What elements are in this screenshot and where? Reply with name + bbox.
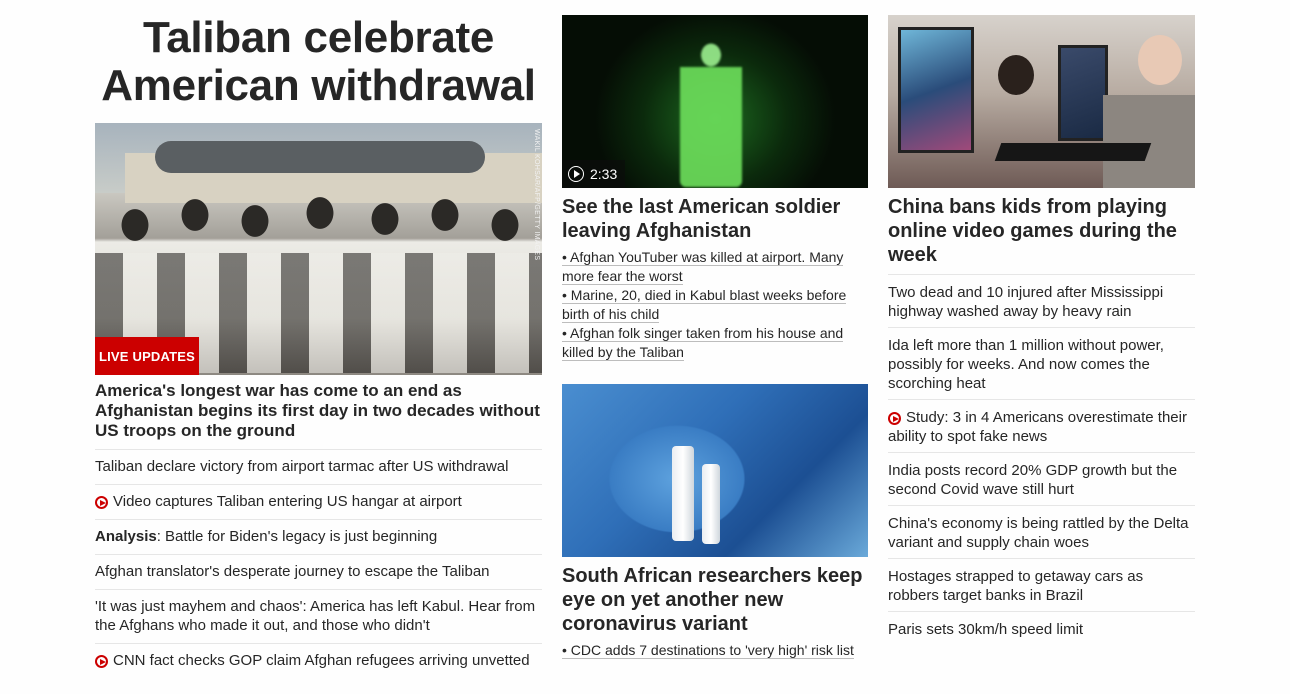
photo-credit: WAKIL KOHSAR/AFP/GETTY IMAGES [533,129,540,261]
video-duration-chip[interactable]: 2:33 [562,160,626,188]
list-item[interactable]: Study: 3 in 4 Americans overestimate the… [888,399,1195,452]
sub-link[interactable]: • CDC adds 7 destinations to 'very high'… [562,642,854,659]
video-play-icon [888,412,901,425]
related-link[interactable]: : Battle for Biden's legacy is just begi… [157,528,438,545]
player-head [1138,35,1182,85]
story-link[interactable]: China's economy is being rattled by the … [888,515,1189,551]
list-item[interactable]: • Marine, 20, died in Kabul blast weeks … [562,286,862,324]
list-item[interactable]: Taliban declare victory from airport tar… [95,449,542,484]
hero-image-plane [155,141,485,173]
player-shirt [1103,95,1195,188]
list-item[interactable]: • CDC adds 7 destinations to 'very high'… [562,641,868,660]
stories-list: Two dead and 10 injured after Mississipp… [888,274,1195,645]
list-item[interactable]: Hostages strapped to getaway cars as rob… [888,558,1195,611]
related-link[interactable]: Afghan translator's desperate journey to… [95,563,490,580]
keyboard [994,143,1152,161]
list-item[interactable]: India posts record 20% GDP growth but th… [888,452,1195,505]
soldier-sub-links: • Afghan YouTuber was killed at airport.… [562,248,862,362]
story-link[interactable]: Hostages strapped to getaway cars as rob… [888,568,1143,604]
list-item[interactable]: CNN fact checks GOP claim Afghan refugee… [95,643,542,678]
list-item[interactable]: • Afghan YouTuber was killed at airport.… [562,248,862,286]
related-link[interactable]: Taliban declare victory from airport tar… [95,458,508,475]
related-link[interactable]: Video captures Taliban entering US hanga… [113,493,462,510]
play-icon [568,166,584,182]
list-item[interactable]: Ida left more than 1 million without pow… [888,327,1195,399]
list-item[interactable]: 'It was just mayhem and chaos': America … [95,589,542,643]
sub-link[interactable]: • Afghan YouTuber was killed at airport.… [562,249,844,285]
analysis-label: Analysis [95,528,157,545]
hero-image[interactable]: WAKIL KOHSAR/AFP/GETTY IMAGES LIVE UPDAT… [95,123,542,375]
video-duration: 2:33 [590,166,618,182]
list-item[interactable]: • Afghan folk singer taken from his hous… [562,324,862,362]
story-link[interactable]: Paris sets 30km/h speed limit [888,621,1083,638]
list-item[interactable]: Paris sets 30km/h speed limit [888,611,1195,645]
hero-caption-link[interactable]: America's longest war has come to an end… [95,381,542,441]
list-item[interactable]: Afghan translator's desperate journey to… [95,554,542,589]
related-link[interactable]: CNN fact checks GOP claim Afghan refugee… [113,652,530,669]
lab-tube [672,446,694,541]
story-link[interactable]: India posts record 20% GDP growth but th… [888,462,1177,498]
lab-tube [702,464,720,544]
soldier-headline[interactable]: See the last American soldier leaving Af… [562,195,868,243]
lead-column: Taliban celebrate American withdrawal [95,14,542,110]
monitor [898,27,974,153]
variant-headline[interactable]: South African researchers keep eye on ye… [562,564,868,636]
story-link[interactable]: Study: 3 in 4 Americans overestimate the… [888,409,1187,445]
related-link[interactable]: 'It was just mayhem and chaos': America … [95,598,535,634]
gaming-image[interactable] [888,15,1195,188]
video-play-icon [95,655,108,668]
variant-sub-links: • CDC adds 7 destinations to 'very high'… [562,641,868,660]
video-play-icon [95,496,108,509]
sub-link[interactable]: • Marine, 20, died in Kabul blast weeks … [562,287,847,323]
list-item[interactable]: Video captures Taliban entering US hanga… [95,484,542,519]
story-link[interactable]: Two dead and 10 injured after Mississipp… [888,284,1163,320]
sub-link[interactable]: • Afghan folk singer taken from his hous… [562,325,844,361]
soldier-video-thumbnail[interactable]: 2:33 [562,15,868,188]
china-headline[interactable]: China bans kids from playing online vide… [888,195,1195,267]
soldier-figure [680,37,742,187]
player-head [998,55,1034,95]
list-item[interactable]: Analysis: Battle for Biden's legacy is j… [95,519,542,554]
list-item[interactable]: Two dead and 10 injured after Mississipp… [888,274,1195,327]
list-item[interactable]: China's economy is being rattled by the … [888,505,1195,558]
live-updates-badge[interactable]: LIVE UPDATES [95,337,199,375]
banner-headline[interactable]: Taliban celebrate American withdrawal [95,14,542,110]
story-link[interactable]: Ida left more than 1 million without pow… [888,337,1164,392]
lab-image[interactable] [562,384,868,557]
monitor [1058,45,1108,141]
related-links-list: Taliban declare victory from airport tar… [95,449,542,678]
